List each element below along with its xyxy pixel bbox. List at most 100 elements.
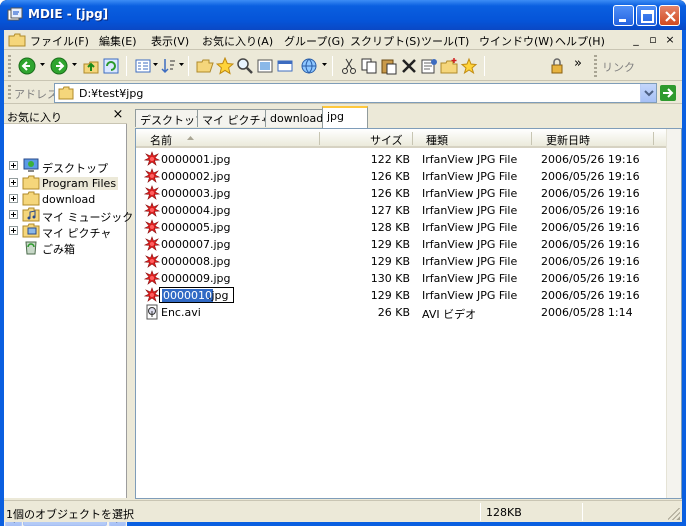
expand-icon[interactable]: [9, 161, 18, 170]
tree-item-my-music[interactable]: マイ ミュージック: [4, 207, 133, 224]
view-mode-icon[interactable]: [134, 57, 152, 75]
file-size: 130 KB: [370, 272, 410, 285]
back-dropdown-icon[interactable]: [40, 63, 45, 66]
tree-item-desktop[interactable]: デスクトップ: [4, 158, 127, 175]
close-button[interactable]: [659, 5, 680, 26]
menu-window[interactable]: ウインドウ(W): [479, 33, 553, 49]
forward-dropdown-icon[interactable]: [72, 63, 77, 66]
web-globe-icon[interactable]: [300, 57, 318, 75]
lock-icon[interactable]: [548, 57, 566, 75]
app-icon: [7, 7, 23, 21]
menu-help[interactable]: ヘルプ(H): [555, 33, 605, 49]
tree-item-program-files[interactable]: Program Files: [4, 175, 127, 191]
file-name: 0000005.jpg: [161, 221, 231, 234]
menu-group[interactable]: グループ(G): [284, 33, 344, 49]
table-row[interactable]: 0000001.jpg 122 KB IrfanView JPG File 2006/…: [136, 151, 667, 168]
toolbar-chevron[interactable]: »: [574, 56, 582, 71]
tree-item-download[interactable]: download: [4, 191, 127, 207]
column-divider[interactable]: [412, 132, 413, 145]
table-row[interactable]: 0000004.jpg 127 KB IrfanView JPG File 2006/…: [136, 202, 667, 219]
address-grip[interactable]: [8, 85, 11, 101]
file-date: 2006/05/26 19:16: [541, 153, 640, 166]
title-bar[interactable]: MDIE - [jpg]: [0, 0, 686, 30]
table-row[interactable]: 0000003.jpg 126 KB IrfanView JPG File 2006/…: [136, 185, 667, 202]
address-dropdown-button[interactable]: [640, 84, 656, 102]
sort-dropdown-icon[interactable]: [179, 63, 184, 66]
up-folder-icon[interactable]: [82, 57, 100, 75]
column-header-name[interactable]: 名前: [150, 132, 172, 148]
properties-icon[interactable]: [420, 57, 438, 75]
toolbar-grip[interactable]: [8, 55, 11, 77]
tree-item-recycle-bin[interactable]: ごみ箱: [4, 239, 127, 256]
menu-script[interactable]: スクリプト(S): [350, 33, 421, 49]
image-file-icon: [143, 219, 161, 235]
mdi-restore-button[interactable]: ▫: [646, 33, 660, 46]
folder-icon: [58, 86, 74, 100]
menu-edit[interactable]: 編集(E): [99, 33, 137, 49]
thumbnail-icon[interactable]: [256, 57, 274, 75]
search-icon[interactable]: [236, 57, 254, 75]
menu-favorites[interactable]: お気に入り(A): [202, 33, 273, 49]
cut-icon[interactable]: [340, 57, 358, 75]
table-row[interactable]: 0000010 .jpg 129 KB IrfanView JPG File 2006/…: [136, 287, 667, 304]
file-list-vertical-scrollbar[interactable]: [666, 129, 681, 498]
favorites-close-button[interactable]: ×: [111, 107, 125, 122]
rename-selected-text: 0000010: [162, 289, 213, 302]
image-file-icon: [143, 236, 161, 252]
paste-icon[interactable]: [380, 57, 398, 75]
desktop-icon: [23, 158, 39, 172]
expand-icon[interactable]: [9, 178, 18, 187]
column-header-date[interactable]: 更新日時: [546, 132, 590, 148]
go-button[interactable]: [660, 85, 676, 101]
delete-icon[interactable]: [400, 57, 418, 75]
back-icon[interactable]: [18, 57, 36, 75]
tab-download[interactable]: download: [265, 109, 329, 127]
column-divider[interactable]: [319, 132, 320, 145]
tree-item-my-pictures[interactable]: マイ ピクチャ: [4, 223, 127, 240]
forward-icon[interactable]: [50, 57, 68, 75]
file-list[interactable]: 名前 サイズ 種類 更新日時 0000001.jpg 122 KB IrfanVie…: [135, 128, 682, 499]
minimize-button[interactable]: [613, 5, 634, 26]
links-grip[interactable]: [594, 55, 597, 77]
image-file-icon: [143, 287, 161, 303]
table-row[interactable]: Enc.avi 26 KB AVI ビデオ 2006/05/28 1:14: [136, 304, 667, 321]
rename-input[interactable]: 0000010 .jpg: [159, 287, 234, 303]
column-header-type[interactable]: 種類: [426, 132, 448, 148]
address-input[interactable]: D:¥test¥jpg: [54, 83, 657, 103]
mdi-minimize-button[interactable]: _: [629, 33, 643, 46]
resize-grip[interactable]: [668, 508, 680, 520]
open-folder-icon[interactable]: [196, 57, 214, 75]
new-folder-icon[interactable]: [440, 57, 458, 75]
menu-file[interactable]: ファイル(F): [30, 33, 89, 49]
column-divider[interactable]: [531, 132, 532, 145]
table-row[interactable]: 0000009.jpg 130 KB IrfanView JPG File 2006/…: [136, 270, 667, 287]
table-row[interactable]: 0000002.jpg 126 KB IrfanView JPG File 2006/…: [136, 168, 667, 185]
image-file-icon: [143, 270, 161, 286]
column-header-size[interactable]: サイズ: [370, 132, 403, 148]
favorites-star-icon[interactable]: [216, 57, 234, 75]
window-icon[interactable]: [276, 57, 294, 75]
table-row[interactable]: 0000007.jpg 129 KB IrfanView JPG File 2006/…: [136, 236, 667, 253]
favorite-add-icon[interactable]: [460, 57, 478, 75]
expand-icon[interactable]: [9, 194, 18, 203]
expand-icon[interactable]: [9, 210, 18, 219]
view-dropdown-icon[interactable]: [153, 63, 158, 66]
file-name: 0000008.jpg: [161, 255, 231, 268]
expand-icon[interactable]: [9, 226, 18, 235]
maximize-button[interactable]: [636, 5, 657, 26]
image-file-icon: [143, 253, 161, 269]
sort-icon[interactable]: [160, 57, 178, 75]
column-divider[interactable]: [653, 132, 654, 145]
menu-tools[interactable]: ツール(T): [421, 33, 469, 49]
table-row[interactable]: 0000008.jpg 129 KB IrfanView JPG File 2006/…: [136, 253, 667, 270]
table-row[interactable]: 0000005.jpg 128 KB IrfanView JPG File 2006/…: [136, 219, 667, 236]
menu-view[interactable]: 表示(V): [151, 33, 189, 49]
tab-jpg[interactable]: jpg: [322, 106, 368, 128]
copy-icon[interactable]: [360, 57, 378, 75]
links-label[interactable]: リンク: [602, 59, 635, 75]
mdi-close-button[interactable]: ×: [663, 33, 677, 46]
refresh-icon[interactable]: [102, 57, 120, 75]
file-name: 0000002.jpg: [161, 170, 231, 183]
folder-icon: [22, 191, 40, 206]
web-dropdown-icon[interactable]: [322, 63, 327, 66]
